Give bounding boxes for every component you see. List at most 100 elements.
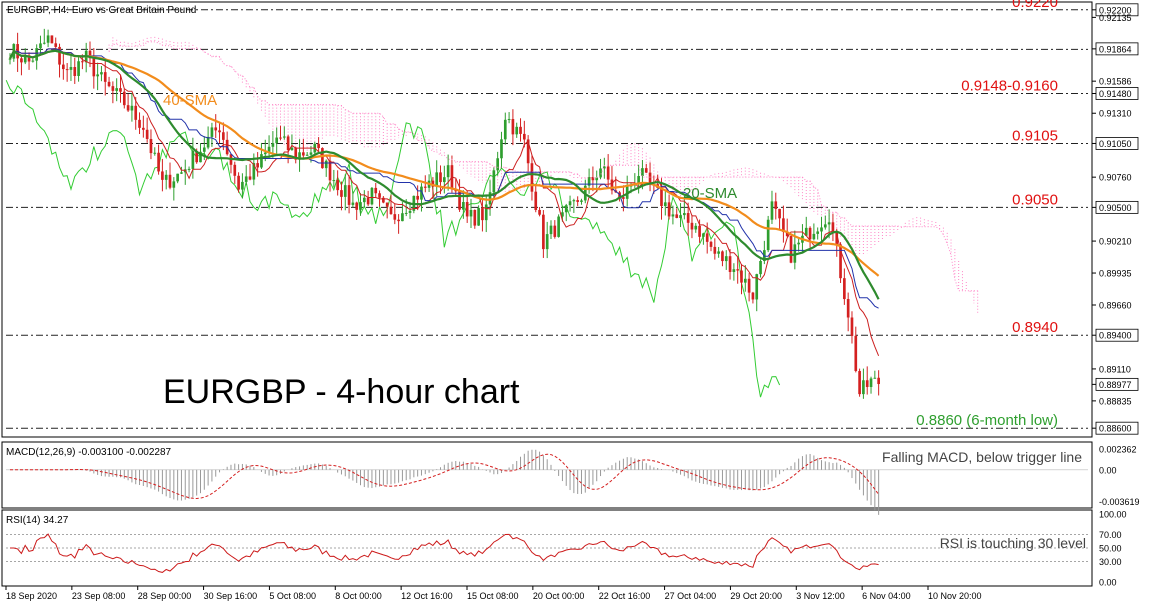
candle-body	[404, 212, 408, 214]
candle-body	[214, 127, 218, 131]
candle-body	[694, 225, 698, 230]
price-tick-label: 0.90760	[1099, 173, 1132, 183]
candle-body	[496, 158, 499, 171]
candle-body	[644, 168, 648, 173]
candle-body	[248, 176, 252, 180]
candle-body	[355, 202, 359, 210]
candle-body	[759, 260, 762, 275]
macd-axis-label: 0.002362	[1099, 444, 1137, 454]
candle-body	[854, 335, 858, 371]
candle-body	[50, 35, 54, 44]
candle-body	[831, 222, 835, 231]
time-tick-label: 18 Sep 2020	[6, 591, 57, 601]
candle-body	[100, 72, 103, 75]
candle-body	[877, 377, 880, 385]
candle-body	[149, 138, 153, 154]
candle-body	[92, 58, 96, 77]
candle-body	[500, 139, 503, 159]
candle-body	[663, 202, 667, 206]
candle-body	[606, 166, 610, 180]
candle-body	[370, 187, 374, 205]
candle-body	[408, 210, 412, 213]
candle-body	[96, 74, 99, 77]
rsi-axis-label: 0.00	[1099, 578, 1117, 588]
rsi-annotation: RSI is touching 30 level	[940, 535, 1086, 551]
candle-body	[511, 119, 515, 135]
candle-body	[385, 202, 389, 207]
time-tick-label: 8 Oct 00:00	[335, 591, 382, 601]
candle-body	[740, 270, 743, 283]
rsi-line	[10, 533, 879, 573]
price-tick-label: 0.88835	[1099, 396, 1132, 406]
candle-body	[202, 147, 206, 152]
candle-body	[732, 269, 736, 272]
candle-body	[362, 197, 366, 203]
candle-body	[683, 213, 686, 216]
candle-body	[728, 256, 732, 272]
candle-body	[389, 206, 393, 215]
candle-body	[397, 219, 400, 222]
price-tick-label: 0.91050	[1099, 139, 1132, 149]
candle-body	[62, 64, 65, 70]
candle-body	[31, 60, 35, 62]
candle-body	[347, 185, 351, 205]
sma40-label: 40-SMA	[163, 92, 217, 109]
candle-body	[237, 175, 240, 190]
candle-body	[484, 204, 488, 221]
macd-axis-label: 0.00	[1099, 465, 1117, 475]
candle-body	[808, 227, 812, 240]
level-label: 0.9220	[1012, 0, 1058, 11]
candle-body	[797, 242, 800, 245]
candle-body	[416, 195, 419, 200]
candle-body	[378, 193, 381, 198]
candle-body	[721, 251, 724, 262]
candle-body	[557, 216, 560, 237]
candle-body	[679, 215, 682, 218]
time-tick-label: 28 Sep 00:00	[138, 591, 192, 601]
price-tick-label: 0.90210	[1099, 237, 1132, 247]
price-tick-label: 0.91480	[1099, 89, 1132, 99]
candle-body	[111, 86, 115, 91]
candle-body	[115, 88, 119, 91]
candle-body	[580, 200, 583, 202]
candle-body	[423, 186, 427, 188]
candle-body	[286, 136, 290, 151]
time-tick-label: 29 Oct 20:00	[730, 591, 782, 601]
rsi-axis-label: 100.00	[1099, 510, 1127, 520]
candle-body	[522, 133, 526, 140]
candle-body	[481, 208, 484, 221]
candle-body	[709, 241, 713, 247]
candle-body	[858, 370, 861, 395]
price-tick-label: 0.91864	[1099, 44, 1132, 54]
candle-body	[206, 136, 210, 148]
candle-body	[263, 152, 267, 155]
candle-body	[774, 201, 778, 209]
candle-body	[641, 168, 644, 177]
candle-body	[545, 234, 549, 250]
candle-body	[766, 219, 770, 251]
candle-body	[446, 165, 450, 178]
time-tick-label: 12 Oct 16:00	[401, 591, 453, 601]
candle-body	[126, 105, 130, 111]
candle-body	[145, 129, 149, 139]
candle-body	[340, 190, 343, 197]
time-tick-label: 27 Oct 04:00	[665, 591, 717, 601]
rsi-axis-label: 70.00	[1099, 530, 1122, 540]
candle-body	[81, 61, 84, 63]
price-tick-label: 0.88600	[1099, 424, 1132, 434]
rsi-indicator-label: RSI(14) 34.27	[6, 515, 69, 526]
macd-annotation: Falling MACD, below trigger line	[882, 449, 1082, 465]
candle-body	[122, 91, 126, 106]
candle-body	[442, 177, 446, 183]
candle-body	[130, 105, 134, 111]
candle-body	[469, 209, 473, 217]
candle-body	[820, 227, 823, 232]
candle-body	[244, 176, 248, 182]
candle-body	[717, 251, 720, 254]
sma20-label: 20-SMA	[683, 185, 737, 202]
candle-body	[282, 136, 286, 138]
candle-body	[343, 185, 347, 197]
rsi-axis-label: 50.00	[1099, 544, 1122, 554]
indicator-lines	[9, 41, 978, 356]
candle-body	[538, 209, 541, 215]
